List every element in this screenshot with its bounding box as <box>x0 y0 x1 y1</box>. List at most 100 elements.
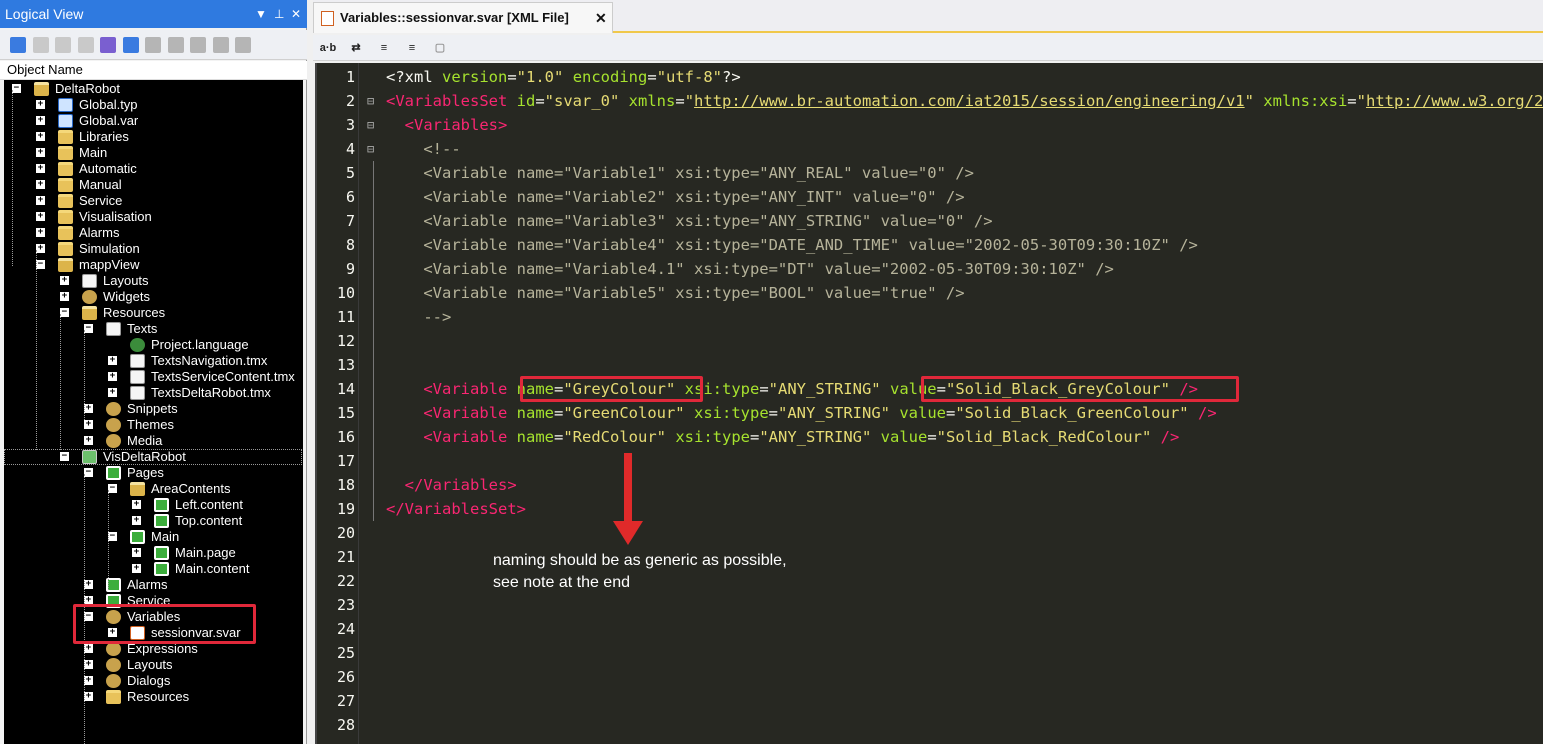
fold-toggle-icon[interactable]: ⊟ <box>367 137 377 161</box>
tree-item[interactable]: Variables <box>106 609 180 625</box>
tree-item[interactable]: Service <box>106 593 170 609</box>
tree-item[interactable]: Automatic <box>58 161 137 177</box>
tree-item[interactable]: Libraries <box>58 129 129 145</box>
collapse-icon[interactable]: − <box>60 308 69 317</box>
tree-item[interactable]: Layouts <box>82 273 149 289</box>
tree-item[interactable]: Snippets <box>106 401 178 417</box>
comment-button[interactable]: ▢ <box>430 39 450 57</box>
column-header-object-name[interactable]: Object Name <box>0 61 307 80</box>
panel-pin-icon[interactable]: ⊥ <box>274 0 284 28</box>
tree-item[interactable]: Alarms <box>58 225 119 241</box>
expand-icon[interactable]: + <box>36 212 45 221</box>
tree-item[interactable]: Layouts <box>106 657 173 673</box>
collapse-icon[interactable]: − <box>108 532 117 541</box>
expand-icon[interactable]: + <box>36 228 45 237</box>
format-text-button[interactable]: a·b <box>318 39 338 57</box>
tree-item[interactable]: Project.language <box>130 337 249 353</box>
tree-item[interactable]: Texts <box>106 321 157 337</box>
panel-close-icon[interactable]: ✕ <box>291 0 301 28</box>
expand-icon[interactable]: + <box>132 564 141 573</box>
expand-icon[interactable]: + <box>84 596 93 605</box>
xml-code-editor[interactable]: 1 2 3 4 5 6 7 8 9 10 11 12 13 14 15 16 17 18 19 20 21 22 23 24 2… <box>315 63 1543 744</box>
expand-icon[interactable]: + <box>36 196 45 205</box>
tree-item[interactable]: Global.typ <box>58 97 138 113</box>
expand-icon[interactable]: + <box>108 356 117 365</box>
tree-item[interactable]: Simulation <box>58 241 140 257</box>
expand-icon[interactable]: + <box>36 164 45 173</box>
expand-icon[interactable]: + <box>60 292 69 301</box>
tree-item[interactable]: Manual <box>58 177 122 193</box>
expand-icon[interactable]: + <box>132 548 141 557</box>
collapse-icon[interactable]: − <box>84 324 93 333</box>
expand-icon[interactable]: + <box>84 692 93 701</box>
tree-item[interactable]: Global.var <box>58 113 138 129</box>
properties-icon[interactable] <box>32 37 49 53</box>
expand-icon[interactable]: + <box>84 660 93 669</box>
expand-icon[interactable]: + <box>36 244 45 253</box>
expand-icon[interactable]: + <box>36 148 45 157</box>
build-icon[interactable] <box>167 37 184 53</box>
expand-icon[interactable]: + <box>60 276 69 285</box>
fold-toggle-icon[interactable]: ⊟ <box>367 89 377 113</box>
collapse-icon[interactable]: − <box>36 260 45 269</box>
expand-icon[interactable]: + <box>36 132 45 141</box>
tab-sessionvar-svar[interactable]: Variables::sessionvar.svar [XML File] ✕ <box>313 2 613 33</box>
tree-item[interactable]: Visualisation <box>58 209 152 225</box>
collapse-icon[interactable]: − <box>12 84 21 93</box>
tree-item[interactable]: TextsServiceContent.tmx <box>130 369 295 385</box>
tree-item[interactable]: TextsNavigation.tmx <box>130 353 267 369</box>
tree-item[interactable]: Expressions <box>106 641 198 657</box>
wrench-icon[interactable] <box>190 37 206 53</box>
collapse-icon[interactable]: − <box>108 484 117 493</box>
fold-toggle-icon[interactable]: ⊟ <box>367 113 377 137</box>
tree-item[interactable]: Main.page <box>154 545 236 561</box>
tree-item[interactable]: Resources <box>82 305 165 321</box>
expand-icon[interactable]: + <box>84 404 93 413</box>
edit-icon[interactable] <box>122 37 139 53</box>
expand-icon[interactable]: + <box>84 580 93 589</box>
tree-item[interactable]: DeltaRobot <box>34 81 120 97</box>
table-icon[interactable] <box>55 37 71 53</box>
tree-item[interactable]: sessionvar.svar <box>130 625 241 641</box>
expand-icon[interactable]: + <box>84 644 93 653</box>
tree-item[interactable]: Resources <box>106 689 189 705</box>
expand-icon[interactable]: + <box>84 436 93 445</box>
tree-item[interactable]: Themes <box>106 417 174 433</box>
tree-item[interactable]: Service <box>58 193 122 209</box>
tree-item[interactable]: Dialogs <box>106 673 170 689</box>
run-icon[interactable] <box>212 37 229 53</box>
tree-item[interactable]: Main <box>130 529 179 545</box>
tree-item[interactable]: Pages <box>106 465 164 481</box>
expand-icon[interactable]: + <box>36 116 45 125</box>
expand-icon[interactable]: + <box>132 500 141 509</box>
tab-close-icon[interactable]: ✕ <box>595 3 607 33</box>
expand-icon[interactable]: + <box>36 100 45 109</box>
tree-item[interactable]: Alarms <box>106 577 167 593</box>
new-object-icon[interactable] <box>10 37 26 53</box>
collapse-icon[interactable]: − <box>84 468 93 477</box>
tools-icon[interactable] <box>145 37 161 53</box>
outdent-button[interactable]: ≡ <box>402 39 422 57</box>
tree-item[interactable]: mappView <box>58 257 139 273</box>
expand-icon[interactable]: + <box>108 372 117 381</box>
expand-icon[interactable]: + <box>84 676 93 685</box>
hardware-icon[interactable] <box>77 37 94 53</box>
tree-item[interactable]: AreaContents <box>130 481 231 497</box>
panel-dropdown-icon[interactable]: ▼ <box>255 0 267 28</box>
settings-icon[interactable] <box>100 37 116 53</box>
wrap-button[interactable]: ⇄ <box>346 39 366 57</box>
tree-item[interactable]: Top.content <box>154 513 242 529</box>
expand-icon[interactable]: + <box>84 420 93 429</box>
tree-item[interactable]: Media <box>106 433 162 449</box>
tree-item[interactable]: TextsDeltaRobot.tmx <box>130 385 271 401</box>
indent-button[interactable]: ≡ <box>374 39 394 57</box>
expand-icon[interactable]: + <box>108 388 117 397</box>
expand-icon[interactable]: + <box>36 180 45 189</box>
expand-icon[interactable]: + <box>132 516 141 525</box>
tree-item[interactable]: Main <box>58 145 107 161</box>
transfer-icon[interactable] <box>235 37 251 53</box>
tree-item[interactable]: Widgets <box>82 289 150 305</box>
expand-icon[interactable]: + <box>108 628 117 637</box>
collapse-icon[interactable]: − <box>84 612 93 621</box>
tree-item[interactable]: Main.content <box>154 561 249 577</box>
